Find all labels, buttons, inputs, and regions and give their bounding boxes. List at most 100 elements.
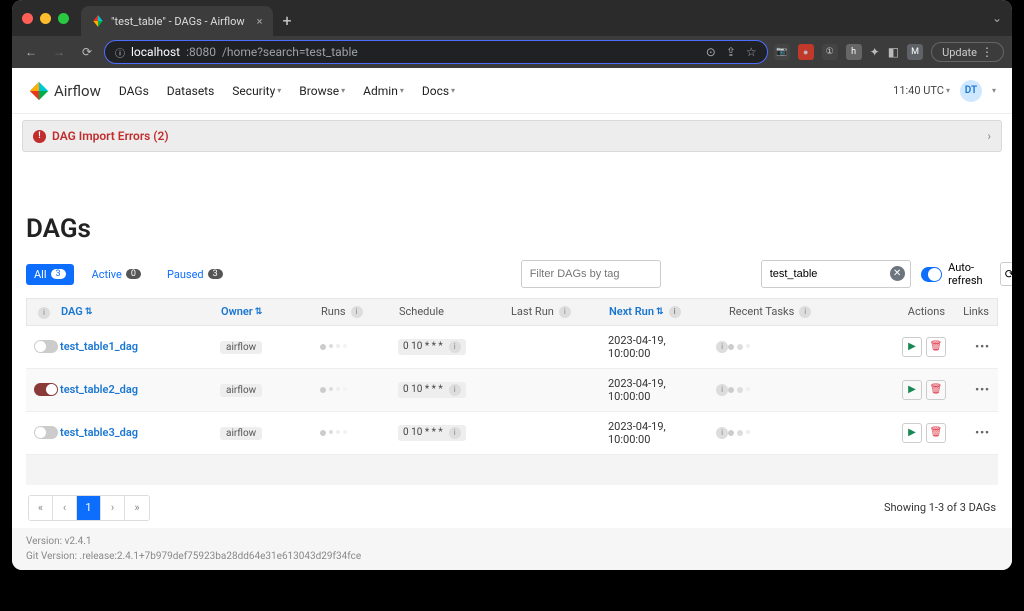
menu-browse[interactable]: Browse▾	[299, 84, 345, 98]
close-window-button[interactable]	[22, 13, 33, 24]
profile-avatar[interactable]: M	[907, 44, 923, 60]
pause-toggle[interactable]	[34, 426, 58, 439]
chevron-down-icon[interactable]: ⌄	[992, 11, 1002, 25]
address-bar[interactable]: ⓘ localhost:8080/home?search=test_table …	[104, 40, 768, 64]
run-dots	[320, 430, 398, 436]
filter-paused[interactable]: Paused3	[159, 264, 231, 285]
info-icon[interactable]: i	[38, 307, 50, 319]
extension-icon[interactable]: ●	[798, 44, 814, 60]
share-icon[interactable]: ⇪	[726, 45, 736, 59]
page-next[interactable]: ›	[101, 496, 125, 520]
info-icon[interactable]: i	[716, 384, 728, 396]
page-prev[interactable]: ‹	[53, 496, 77, 520]
new-tab-button[interactable]: +	[283, 11, 292, 30]
info-icon[interactable]: i	[351, 306, 363, 318]
extension-icon[interactable]: ①	[822, 44, 838, 60]
links-menu[interactable]: •••	[946, 340, 990, 353]
col-owner[interactable]: Owner ⇅	[221, 305, 321, 318]
info-icon[interactable]: i	[449, 384, 461, 396]
auto-refresh-toggle[interactable]	[921, 267, 942, 282]
minimize-window-button[interactable]	[40, 13, 51, 24]
owner-tag[interactable]: airflow	[220, 384, 262, 397]
import-errors-alert[interactable]: ! DAG Import Errors (2) ›	[22, 120, 1002, 152]
info-icon[interactable]: i	[716, 427, 728, 439]
menu-docs[interactable]: Docs▾	[422, 84, 455, 98]
info-icon[interactable]: i	[559, 306, 571, 318]
search-dags-input[interactable]	[761, 260, 911, 288]
trigger-dag-button[interactable]: ▶	[902, 423, 922, 443]
page-last[interactable]: »	[125, 496, 149, 520]
extensions-menu-icon[interactable]: ✦	[870, 45, 880, 59]
menu-datasets[interactable]: Datasets	[167, 84, 215, 98]
alert-text: DAG Import Errors (2)	[52, 129, 169, 143]
extensions-puzzle-icon[interactable]: ◧	[888, 45, 899, 59]
info-icon[interactable]: i	[799, 306, 811, 318]
browser-tab[interactable]: "test_table" - DAGs - Airflow ×	[81, 6, 273, 36]
schedule-chip[interactable]: 0 10 * * * i	[398, 382, 466, 398]
airflow-logo[interactable]: Airflow	[28, 80, 101, 102]
table-row: test_table1_dag airflow 0 10 * * * i 2023-0…	[26, 326, 998, 369]
sort-icon: ⇅	[656, 307, 664, 317]
links-menu[interactable]: •••	[946, 383, 990, 396]
info-icon[interactable]: i	[669, 306, 681, 318]
page-first[interactable]: «	[29, 496, 53, 520]
owner-tag[interactable]: airflow	[220, 341, 262, 354]
table-footer-row	[26, 455, 998, 485]
close-tab-icon[interactable]: ×	[257, 15, 263, 28]
links-menu[interactable]: •••	[946, 426, 990, 439]
menu-security[interactable]: Security▾	[232, 84, 281, 98]
auto-refresh-label: Auto-refresh	[948, 261, 994, 287]
dag-link[interactable]: test_table2_dag	[60, 383, 138, 396]
sort-icon: ⇅	[85, 307, 93, 317]
col-dag[interactable]: DAG ⇅	[61, 305, 221, 318]
col-next-run[interactable]: Next Run ⇅i	[609, 305, 729, 318]
info-icon[interactable]: i	[449, 341, 461, 353]
reload-button[interactable]: ⟳	[76, 45, 98, 59]
delete-dag-button[interactable]: 🗑	[926, 423, 946, 443]
dag-link[interactable]: test_table1_dag	[60, 340, 138, 353]
maximize-window-button[interactable]	[58, 13, 69, 24]
user-menu-caret[interactable]: ▾	[992, 86, 996, 95]
manual-refresh-button[interactable]: ⟳	[1000, 262, 1012, 286]
next-run-value: 2023-04-19, 10:00:00 i	[608, 334, 728, 360]
site-info-icon[interactable]: ⓘ	[115, 45, 125, 60]
info-icon[interactable]: i	[716, 341, 728, 353]
trigger-dag-button[interactable]: ▶	[902, 380, 922, 400]
pause-toggle[interactable]	[34, 383, 58, 396]
schedule-chip[interactable]: 0 10 * * * i	[398, 339, 466, 355]
menu-admin[interactable]: Admin▾	[363, 84, 404, 98]
bookmark-icon[interactable]: ☆	[746, 45, 757, 59]
pagination: « ‹ 1 › »	[28, 495, 150, 521]
forward-button[interactable]: →	[48, 45, 70, 59]
browser-update-button[interactable]: Update⋮	[931, 42, 1004, 62]
menu-dags[interactable]: DAGs	[119, 84, 149, 98]
schedule-chip[interactable]: 0 10 * * * i	[398, 425, 466, 441]
dag-link[interactable]: test_table3_dag	[60, 426, 138, 439]
owner-tag[interactable]: airflow	[220, 427, 262, 440]
filter-all[interactable]: All3	[26, 264, 74, 285]
table-row: test_table3_dagairflow0 10 * * * i2023-0…	[26, 412, 998, 455]
delete-dag-button[interactable]: 🗑	[926, 380, 946, 400]
back-button[interactable]: ←	[20, 45, 42, 59]
search-icon[interactable]: ⊙	[706, 45, 716, 59]
user-avatar[interactable]: DT	[960, 80, 982, 102]
extension-icon[interactable]: 📷	[774, 44, 790, 60]
info-icon[interactable]: i	[449, 427, 461, 439]
pause-toggle[interactable]	[34, 340, 58, 353]
clear-search-icon[interactable]: ✕	[890, 266, 905, 281]
airflow-navbar: Airflow DAGs Datasets Security▾ Browse▾ …	[12, 68, 1012, 114]
filter-active[interactable]: Active0	[84, 264, 149, 285]
col-actions: Actions	[885, 305, 945, 318]
extension-icon[interactable]: h	[846, 44, 862, 60]
trigger-dag-button[interactable]: ▶	[902, 337, 922, 357]
col-last-run: Last Runi	[511, 305, 609, 318]
delete-dag-button[interactable]: 🗑	[926, 337, 946, 357]
filter-tags-input[interactable]	[521, 260, 661, 288]
task-dots	[728, 387, 886, 393]
page-current[interactable]: 1	[77, 496, 101, 520]
col-links: Links	[945, 305, 989, 318]
col-runs: Runsi	[321, 305, 399, 318]
version-line: Version: v2.4.1	[26, 534, 998, 549]
task-dots	[728, 344, 886, 350]
filter-bar: All3 Active0 Paused3 ✕ Auto-refresh ⟳	[26, 260, 998, 288]
